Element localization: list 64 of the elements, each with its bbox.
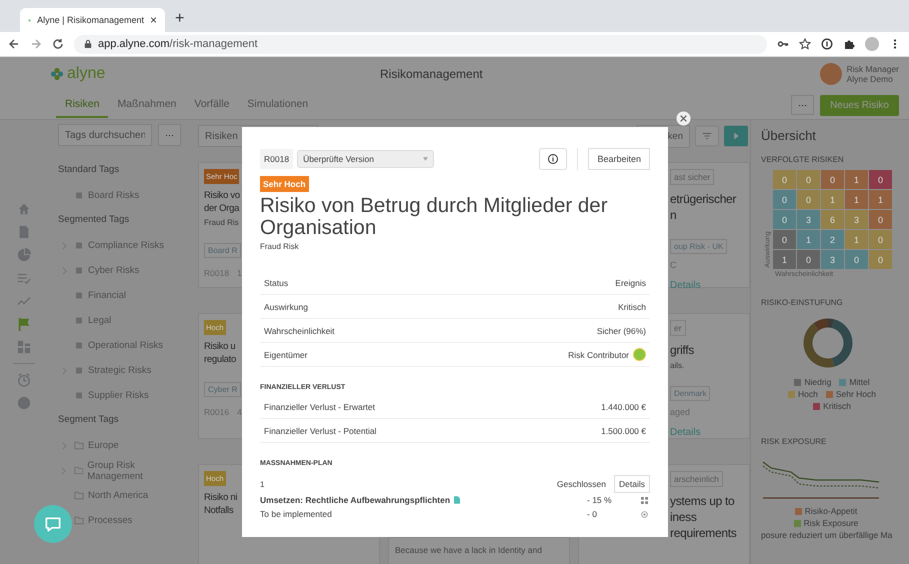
user-org: Alyne Demo [846, 74, 894, 84]
risk-id: R0018 [260, 149, 294, 169]
field-value: Risk Contributor [568, 350, 629, 360]
section-heading: RISIKO-EINSTUFUNG [761, 298, 844, 307]
field-value: 1.500.000 € [601, 426, 646, 436]
card-subtitle: ails. [670, 361, 684, 370]
legend-item: Risk Exposure [794, 518, 858, 528]
tag-group-heading: Standard Tags [58, 164, 120, 175]
tab-title: Alyne | Risikomanagement [37, 15, 144, 25]
risk-title: Risiko von Betrug durch Mitglieder der Organisation [260, 195, 609, 239]
legend-item: Mittel [839, 377, 870, 387]
legend-item: Hoch [788, 389, 818, 399]
card-title: Risiko u [204, 340, 236, 353]
field-value: Kritisch [618, 302, 646, 312]
field-label: Finanzieller Verlust - Erwartet [264, 402, 376, 412]
card-title: Risiko ni [204, 491, 238, 504]
card-title: iness [670, 509, 697, 525]
plan-number: 1 [260, 480, 264, 488]
card-title: der Orga [204, 202, 240, 215]
card-title: regulato [204, 353, 236, 366]
tag-group-heading: Segmented Tags [58, 214, 130, 225]
url-text: app.alyne.com/risk-management [98, 38, 258, 50]
tag-chip: Denmark [670, 386, 710, 401]
card-title: Risiko vo [204, 189, 240, 202]
section-heading: RISK EXPOSURE [761, 437, 828, 446]
field-label: Finanzieller Verlust - Potential [264, 426, 376, 436]
tag-chip: Board R [204, 243, 242, 258]
tag-chip: oup Risk - UK [670, 239, 728, 254]
card-title: Notfalls [204, 504, 234, 517]
risk-category: Fraud Risk [260, 242, 300, 251]
legend-item: Risiko-Appetit [794, 506, 858, 516]
field-value: Ereignis [615, 278, 646, 288]
panel-title: Übersicht [761, 128, 817, 143]
reduction-value: - 15 % [587, 495, 613, 505]
tag-chip: Cyber R [204, 382, 242, 397]
user-name: Risk Manager [846, 64, 899, 74]
card-subtitle: Fraud Ris [204, 218, 239, 227]
card-title: n [670, 207, 676, 223]
chart-note: posure reduziert um überfällige Ma [761, 530, 894, 540]
likelihood-badge: ast sicher [670, 169, 714, 185]
legend-item: Kritisch [813, 401, 851, 411]
page-title: Risikomanagement [380, 67, 484, 81]
field-label: Auswirkung [264, 302, 308, 312]
status-label: Geschlossen [556, 478, 608, 491]
legend-item: Niedrig [794, 377, 832, 387]
card-title: requirements [670, 525, 736, 541]
card-description: Because we have a lack in Identity and [395, 544, 542, 557]
field-value: 1.440.000 € [601, 402, 646, 412]
field-value: Sicher (96%) [596, 326, 646, 336]
tag-group-heading: Segment Tags [58, 414, 120, 425]
reduction-value: - 0 [587, 509, 598, 519]
card-title: ystems up to [670, 493, 734, 509]
plan-status: To be implemented [260, 509, 332, 519]
rating-badge: Sehr Hoch [260, 176, 309, 192]
likelihood-badge: arscheinlich [670, 471, 723, 487]
field-label: Wahrscheinlichkeit [264, 326, 335, 336]
logo-text: alyne [67, 65, 106, 83]
section-heading: VERFOLGTE RISIKEN [761, 155, 845, 164]
legend-item: Sehr Hoch [826, 389, 876, 399]
field-label: Eigentümer [264, 350, 308, 360]
likelihood-badge: er [670, 320, 686, 336]
card-title: etrügerischer [670, 191, 736, 207]
field-label: Status [264, 278, 288, 288]
card-title: griffs [670, 342, 694, 358]
